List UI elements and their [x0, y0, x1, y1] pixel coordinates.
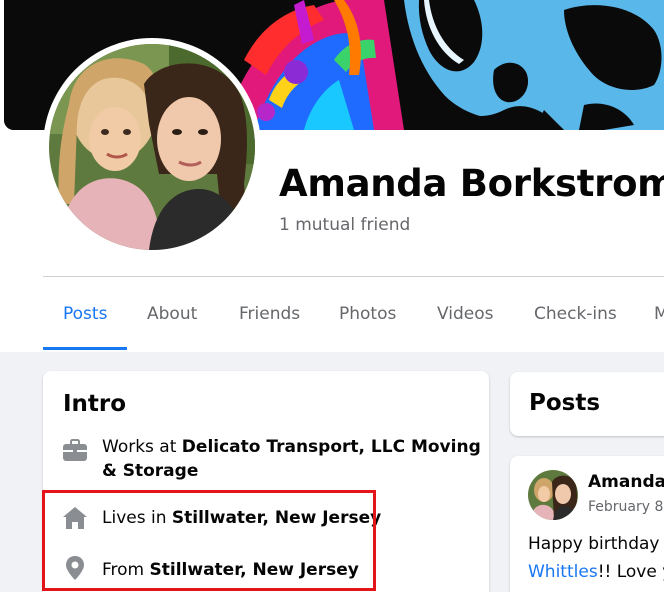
post-text-suffix: !! Love y	[597, 562, 664, 582]
intro-work-text: Works at Delicato Transport, LLC Moving …	[102, 435, 482, 483]
avatar-photo	[49, 44, 255, 250]
posts-section-title: Posts	[529, 390, 601, 416]
tab-check-ins[interactable]: Check-ins	[534, 284, 617, 350]
header-divider	[43, 276, 664, 277]
profile-name: Amanda Borkstrom	[279, 162, 664, 205]
tab-videos[interactable]: Videos	[437, 284, 494, 350]
post-date[interactable]: February 8	[588, 499, 663, 515]
profile-tabs: Posts About Friends Photos Videos Check-…	[43, 284, 664, 350]
post-text: Happy birthday t Whittles!! Love y	[528, 530, 664, 586]
mutual-friends-link[interactable]: 1 mutual friend	[279, 215, 410, 235]
post-author-name[interactable]: Amanda	[588, 472, 664, 492]
post-mention-link[interactable]: Whittles	[528, 562, 598, 582]
profile-avatar[interactable]	[49, 44, 255, 250]
post-card: Amanda February 8 Happy birthday t Whittl…	[510, 456, 664, 592]
active-tab-indicator	[43, 347, 127, 350]
tab-posts[interactable]: Posts	[63, 284, 107, 350]
tab-more[interactable]: M	[654, 284, 664, 350]
posts-section-card: Posts	[510, 372, 664, 436]
post-avatar-photo	[528, 470, 578, 520]
tab-friends[interactable]: Friends	[239, 284, 300, 350]
intro-title: Intro	[63, 391, 127, 417]
post-author-avatar[interactable]	[528, 470, 578, 520]
post-text-prefix: Happy birthday t	[528, 534, 664, 554]
tab-photos[interactable]: Photos	[339, 284, 396, 350]
profile-header: Amanda Borkstrom 1 mutual friend Posts A…	[0, 0, 664, 352]
tab-about[interactable]: About	[147, 284, 197, 350]
intro-work-prefix: Works at	[102, 437, 182, 457]
annotation-highlight-box	[42, 490, 376, 591]
briefcase-icon	[61, 437, 89, 465]
